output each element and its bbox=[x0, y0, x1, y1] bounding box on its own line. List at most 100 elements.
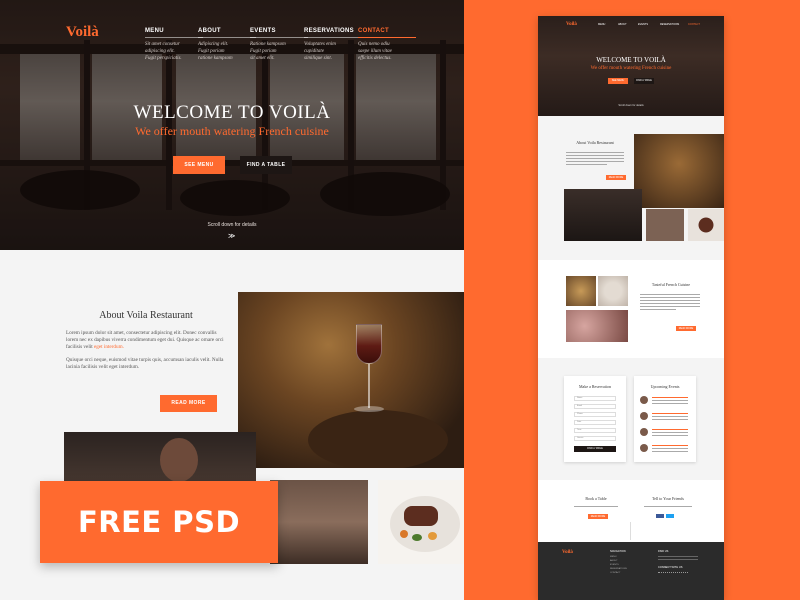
wine-glass-base bbox=[354, 406, 384, 412]
vegetable bbox=[400, 530, 408, 538]
chef-figure bbox=[160, 438, 198, 482]
nav-item-about[interactable]: ABOUT Adipiscing elit. Fugit poriam rati… bbox=[198, 28, 256, 62]
preview-hero-subtitle: We offer mouth watering French cuisine bbox=[590, 66, 672, 71]
preview-read-more-button: READ MORE bbox=[606, 175, 626, 180]
nav-desc: ratione kampsom bbox=[198, 56, 233, 61]
meat bbox=[404, 506, 438, 526]
nav-item-contact[interactable]: CONTACT Quis nemo odiu saepe illum vitae… bbox=[358, 28, 416, 62]
about-link[interactable]: eget interdum. bbox=[94, 344, 124, 350]
preview-hero-title: WELCOME TO VOILÀ bbox=[596, 56, 666, 64]
preview-field: Phone bbox=[574, 412, 616, 417]
nav-desc: efficitis delectus. bbox=[358, 56, 392, 61]
scroll-hint: Scroll down for details bbox=[207, 222, 257, 228]
preview-find-table-button: FIND A TABLE bbox=[634, 78, 654, 84]
nav-desc: Voluptates enim bbox=[304, 42, 336, 47]
preview-nav-item: MENU bbox=[598, 23, 606, 26]
vegetable bbox=[412, 534, 422, 541]
nav-desc: saepe illum vitae bbox=[358, 49, 392, 54]
preview-footer-nav: MENU ABOUT EVENTS RESERVATIONS CONTACT bbox=[610, 555, 627, 575]
vegetable bbox=[428, 532, 437, 540]
preview-scroll-hint: Scroll down for details bbox=[618, 104, 644, 107]
see-menu-button[interactable]: SEE MENU bbox=[173, 156, 225, 174]
preview-dish-photo bbox=[566, 276, 596, 306]
preview-nav-item: EVENTS bbox=[638, 23, 649, 26]
about-paragraph: Quisque orci neque, euismod vitae turpis… bbox=[66, 357, 224, 370]
about-section: About Voila Restaurant Lorem ipsum dolor… bbox=[66, 310, 226, 377]
desktop-preview-full: Voilà MENU ABOUT EVENTS RESERVATIONS CON… bbox=[538, 16, 724, 600]
preview-field: Guests bbox=[574, 436, 616, 441]
steak-dish-photo bbox=[378, 480, 464, 564]
nav-desc: Fugit poriam bbox=[198, 49, 225, 54]
preview-event-avatar bbox=[640, 444, 648, 452]
wine-glass-photo bbox=[238, 292, 464, 468]
nav-label: CONTACT bbox=[358, 28, 416, 38]
preview-footer-connect-title: CONNECT WITH US bbox=[658, 566, 683, 569]
main-navigation: Voilà MENU Sit amet consetur adipiscing … bbox=[0, 12, 464, 61]
preview-nav-item: RESERVATIONS bbox=[660, 23, 680, 26]
nav-label: MENU bbox=[145, 28, 203, 38]
wine-glass-stem bbox=[368, 364, 370, 408]
preview-wine-photo bbox=[634, 134, 724, 208]
facebook-icon bbox=[656, 514, 664, 518]
about-text: Lorem ipsum dolor sit amet, consectetur … bbox=[66, 330, 224, 350]
preview-event-lines bbox=[652, 445, 688, 454]
nav-desc: adipiscing elit. bbox=[145, 49, 175, 54]
preview-read-more-button: READ MORE bbox=[676, 326, 696, 331]
nav-desc: Fugit perspiciatis. bbox=[145, 56, 182, 61]
read-more-button[interactable]: READ MORE bbox=[160, 395, 217, 412]
nav-label: ABOUT bbox=[198, 28, 256, 38]
twitter-icon bbox=[666, 514, 674, 518]
preview-friends-title: Tell to Your Friends bbox=[652, 496, 684, 501]
preview-book-title: Book a Table bbox=[585, 496, 607, 501]
about-paragraph: Lorem ipsum dolor sit amet, consectetur … bbox=[66, 330, 226, 351]
preview-event-avatar bbox=[640, 396, 648, 404]
nav-desc: Sit amet consetur bbox=[145, 42, 180, 47]
hero-section: Voilà MENU Sit amet consetur adipiscing … bbox=[0, 0, 464, 250]
nav-desc: sit amet elit. bbox=[250, 56, 275, 61]
social-icons bbox=[658, 572, 688, 575]
nav-desc: Quis nemo odiu bbox=[358, 42, 390, 47]
logo[interactable]: Voilà bbox=[66, 24, 99, 41]
hero-subtitle: We offer mouth watering French cuisine bbox=[135, 124, 329, 138]
preview-reservation-card: Make a Reservation Name Email Phone Date… bbox=[564, 376, 626, 462]
find-table-button[interactable]: FIND A TABLE bbox=[240, 156, 292, 174]
preview-footer-link: CONTACT bbox=[610, 572, 621, 574]
preview-field: Date bbox=[574, 420, 616, 425]
hero-title: WELCOME TO VOILÀ bbox=[133, 102, 331, 123]
preview-about-title: About Voila Restaurant bbox=[576, 140, 614, 145]
preview-footer-nav-title: NAVIGATION bbox=[610, 550, 626, 553]
table-top bbox=[308, 410, 448, 468]
preview-nav-item: CONTACT bbox=[688, 23, 700, 26]
chevron-double-down-icon[interactable]: ≫ bbox=[228, 232, 235, 240]
preview-dish-photo bbox=[598, 276, 628, 306]
preview-field: Time bbox=[574, 428, 616, 433]
preview-book-section bbox=[538, 480, 724, 542]
nav-desc: Ratione kampsom bbox=[250, 42, 286, 47]
preview-field: Name bbox=[574, 396, 616, 401]
preview-events-card: Upcoming Events bbox=[634, 376, 696, 462]
preview-steak-photo bbox=[688, 209, 724, 241]
nav-desc: similique sint. bbox=[304, 56, 333, 61]
nav-item-menu[interactable]: MENU Sit amet consetur adipiscing elit. … bbox=[145, 28, 203, 62]
preview-kitchen-photo bbox=[646, 209, 684, 241]
preview-see-menu-button: SEE MENU bbox=[608, 78, 628, 84]
preview-event-avatar bbox=[640, 412, 648, 420]
preview-footer-logo: Voilà bbox=[562, 550, 573, 555]
nav-label: RESERVATIONS bbox=[304, 28, 362, 38]
preview-event-lines bbox=[652, 397, 688, 406]
preview-text-lines bbox=[640, 294, 700, 312]
nav-item-events[interactable]: EVENTS Ratione kampsom Fugit poriam sit … bbox=[250, 28, 308, 62]
free-psd-badge: FREE PSD bbox=[40, 481, 278, 563]
preview-event-lines bbox=[652, 429, 688, 438]
preview-chef-photo bbox=[564, 189, 642, 241]
preview-footer: Voilà NAVIGATION MENU ABOUT EVENTS RESER… bbox=[538, 542, 724, 600]
preview-cuisine-title: Tasteful French Cuisine bbox=[651, 282, 691, 287]
preview-field: Email bbox=[574, 404, 616, 409]
divider bbox=[630, 522, 631, 540]
preview-hero: Voilà MENU ABOUT EVENTS RESERVATIONS CON… bbox=[538, 16, 724, 116]
nav-item-reservations[interactable]: RESERVATIONS Voluptates enim cupiditate … bbox=[304, 28, 362, 62]
nav-desc: Fugit poriam bbox=[250, 49, 277, 54]
nav-desc: cupiditate bbox=[304, 49, 324, 54]
preview-footer-contact-title: FIND US bbox=[658, 550, 669, 553]
preview-book-button: READ MORE bbox=[588, 514, 608, 519]
